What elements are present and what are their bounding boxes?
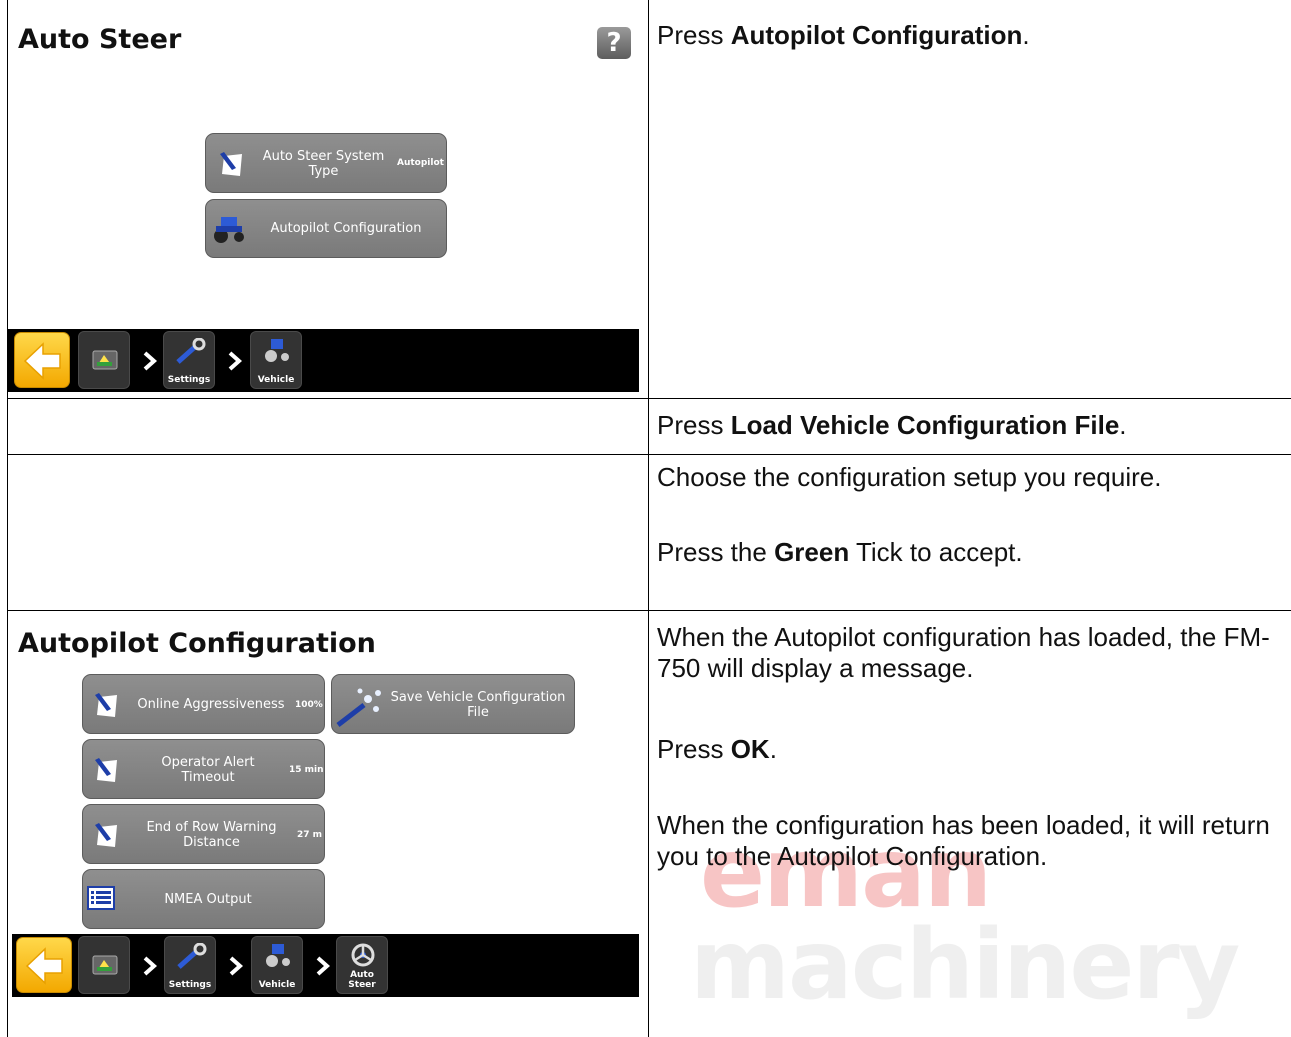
chevron-right-icon (143, 351, 158, 371)
chevron-right-icon (316, 956, 331, 976)
breadcrumb-settings[interactable]: Settings (163, 331, 215, 389)
nmea-output-button[interactable]: NMEA Output (82, 869, 325, 929)
instruction-row-4a: When the Autopilot configuration has loa… (657, 622, 1270, 683)
operator-alert-timeout-button[interactable]: Operator Alert Timeout 15 min (82, 739, 325, 799)
instruction-text: Press the (657, 537, 775, 567)
breadcrumb-vehicle[interactable]: Vehicle (251, 936, 303, 994)
back-button[interactable] (16, 937, 72, 993)
button-label: Autopilot Configuration (270, 221, 422, 236)
wrench-icon (176, 338, 206, 364)
instruction-text: Tick to accept. (849, 537, 1023, 567)
table-border-left (7, 0, 8, 1037)
instruction-text: Press (657, 20, 731, 50)
instruction-text: Press (657, 410, 731, 440)
breadcrumb-auto-steer[interactable]: Auto Steer (336, 936, 388, 994)
instruction-bold: Autopilot Configuration (730, 20, 1023, 50)
back-arrow-icon (23, 342, 61, 380)
pencil-paper-icon (220, 152, 242, 176)
button-label: Online Aggressiveness (137, 697, 285, 712)
back-button[interactable] (14, 332, 70, 388)
instruction-row-4b: Press OK. (657, 734, 1282, 765)
end-of-row-warning-button[interactable]: End of Row Warning Distance 27 m (82, 804, 325, 864)
magic-wand-icon (336, 688, 381, 727)
tractor-icon (214, 217, 244, 243)
button-label-line1: Auto Steer System (262, 149, 385, 164)
tractor-icon (265, 339, 289, 362)
instruction-row-3a: Choose the configuration setup you requi… (657, 462, 1162, 492)
row-divider-1 (7, 398, 1291, 399)
console-icon (92, 955, 118, 975)
instruction-text: . (1119, 410, 1127, 440)
instruction-text: Press (657, 734, 731, 764)
button-label-line1: Operator Alert (161, 755, 255, 770)
home-console-tile[interactable] (78, 331, 130, 389)
instruction-text: . (1022, 20, 1030, 50)
instruction-row-2: Press Load Vehicle Configuration File. (657, 410, 1287, 441)
row-divider-2 (7, 454, 1291, 455)
row-divider-3 (7, 610, 1291, 611)
pencil-paper-icon (95, 693, 117, 717)
instruction-row-1: Press Autopilot Configuration. (657, 20, 1277, 51)
breadcrumb-label: Settings (167, 375, 211, 385)
instruction-bold: Green (774, 537, 850, 567)
breadcrumb-label: Settings (168, 980, 212, 990)
button-label: NMEA Output (164, 892, 252, 907)
instruction-text: . (769, 734, 777, 764)
help-icon[interactable]: ? (597, 27, 631, 59)
screen-title: Autopilot Configuration (18, 628, 376, 659)
breadcrumb-settings[interactable]: Settings (164, 936, 216, 994)
home-console-tile[interactable] (78, 936, 130, 994)
breadcrumb-vehicle[interactable]: Vehicle (250, 331, 302, 389)
button-label-line2: Timeout (181, 770, 235, 785)
steering-wheel-icon (351, 943, 375, 967)
instruction-row-4c: When the configuration has been loaded, … (657, 810, 1270, 871)
breadcrumb-label: Auto Steer (348, 970, 376, 990)
back-arrow-icon (25, 947, 63, 985)
chevron-right-icon (229, 956, 244, 976)
autopilot-configuration-button[interactable]: Autopilot Configuration (205, 199, 447, 258)
breadcrumb-bar: Settings Vehicle Auto Steer (12, 934, 639, 997)
button-label-line2: Distance (183, 835, 240, 850)
instruction-bold: Load Vehicle Configuration File (730, 410, 1120, 440)
auto-steer-system-type-button[interactable]: Auto Steer System Type Autopilot (205, 133, 447, 193)
console-icon (92, 350, 118, 370)
table-column-divider (648, 0, 649, 1037)
chevron-right-icon (143, 956, 158, 976)
pencil-paper-icon (95, 758, 117, 782)
breadcrumb-label: Vehicle (257, 375, 295, 385)
wrench-icon (177, 943, 207, 969)
button-label-line1: End of Row Warning (146, 820, 277, 835)
save-vehicle-configuration-button[interactable]: Save Vehicle Configuration File (331, 674, 575, 734)
button-label-line2: Type (308, 164, 339, 179)
screen-title: Auto Steer (18, 24, 182, 55)
breadcrumb-label: Vehicle (258, 980, 296, 990)
chevron-right-icon (228, 351, 243, 371)
tractor-icon (266, 944, 290, 967)
watermark-line2: machinery (690, 909, 1240, 1021)
end-of-row-distance-value: 27 m (297, 830, 323, 840)
button-label-line2: File (467, 705, 489, 720)
instruction-bold: OK (730, 734, 770, 764)
instruction-row-3b: Press the Green Tick to accept. (657, 537, 1287, 568)
online-aggressiveness-button[interactable]: Online Aggressiveness 100% (82, 674, 325, 734)
pencil-paper-icon (95, 823, 117, 847)
aggressiveness-value: 100% (295, 700, 323, 710)
button-label-line1: Save Vehicle Configuration (390, 690, 566, 705)
alert-timeout-value: 15 min (289, 765, 324, 775)
breadcrumb-bar: Settings Vehicle (8, 329, 639, 392)
list-icon (87, 886, 115, 910)
auto-steer-system-value: Autopilot (397, 158, 444, 168)
